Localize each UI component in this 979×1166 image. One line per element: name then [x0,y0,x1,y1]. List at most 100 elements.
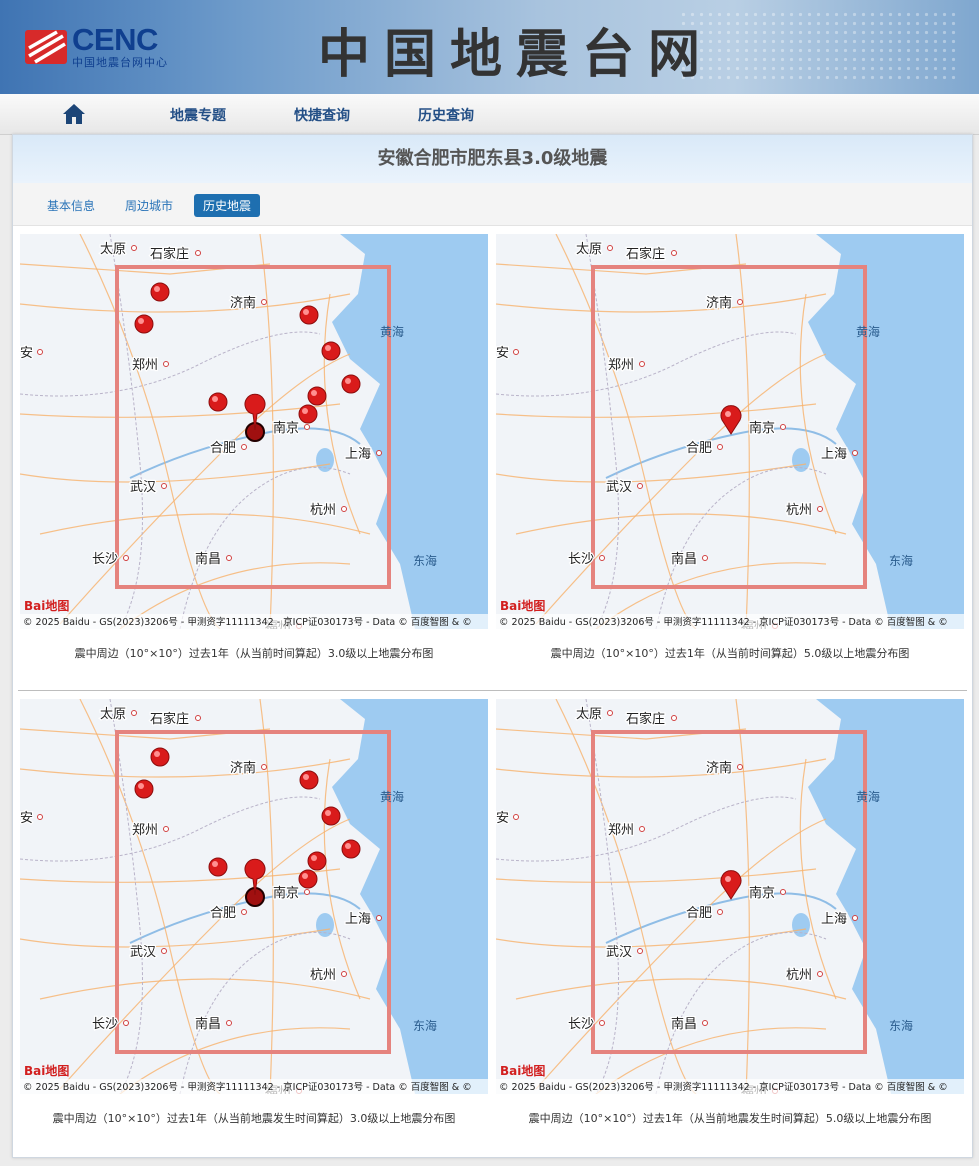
city-label: 长沙 [568,1017,594,1032]
city-label: 南京 [273,420,299,436]
earthquake-marker[interactable] [299,770,319,790]
baidu-logo-icon[interactable]: Bai地图 [24,598,69,613]
city-label: 太原 [576,707,602,722]
content-panel: 安徽合肥市肥东县3.0级地震 基本信息 周边城市 历史地震 太原 石家庄 济南 郑州南… [12,134,973,1158]
city-dot [226,555,232,561]
city-dot [817,971,823,977]
city-dot [226,1020,232,1026]
map-cell: 太原石家庄济南郑州南京合肥上海武汉杭州长沙南昌福州安黄海东海Bai地图© 202… [20,699,488,1149]
city-dot [241,444,247,450]
logo-subtitle: 中国地震台网中心 [72,56,168,69]
city-label: 上海 [345,447,371,462]
city-label: 合肥 [210,906,236,921]
city-label: 郑州 [132,358,158,373]
city-dot [737,764,743,770]
city-dot [513,349,519,355]
map-svg: 太原石家庄济南郑州南京合肥上海武汉杭州长沙南昌福州安黄海东海Bai地图© 202… [496,234,964,629]
sea-label: 黄海 [380,324,404,339]
city-label: 长沙 [92,552,118,567]
city-label: 太原 [100,242,126,257]
city-label: 上海 [821,447,847,462]
map-copyright: © 2025 Baidu - GS(2023)3206号 - 甲测资字11111… [499,616,948,628]
city-dot [717,444,723,450]
city-dot [131,245,137,251]
site-header: CENC 中国地震台网中心 中国地震台网 [0,0,979,94]
city-dot [376,450,382,456]
city-dot [304,424,310,430]
page-title: 安徽合肥市肥东县3.0级地震 [13,135,972,183]
city-label: 合肥 [686,441,712,456]
city-label: 杭州 [786,968,812,983]
city-label: 长沙 [568,552,594,567]
baidu-logo-icon[interactable]: Bai地图 [500,598,545,613]
earthquake-marker[interactable] [208,392,228,412]
earthquake-marker[interactable] [321,806,341,826]
map-svg: 太原石家庄济南郑州南京合肥上海武汉杭州长沙南昌福州安黄海东海Bai地图© 202… [496,699,964,1094]
city-dot [607,245,613,251]
earthquake-marker[interactable] [298,869,318,889]
earthquake-marker[interactable] [341,374,361,394]
tab-nearby-cities[interactable]: 周边城市 [116,194,182,217]
earthquake-marker[interactable] [150,282,170,302]
tab-basic-info[interactable]: 基本信息 [38,194,104,217]
city-dot [637,948,643,954]
earthquake-marker[interactable] [299,305,319,325]
map-canvas[interactable]: 太原石家庄济南郑州南京合肥上海武汉杭州长沙南昌福州安黄海东海Bai地图© 202… [20,699,488,1094]
map-copyright: © 2025 Baidu - GS(2023)3206号 - 甲测资字11111… [23,616,472,628]
map-canvas[interactable]: 太原石家庄济南郑州南京合肥上海武汉杭州长沙南昌福州安黄海东海Bai地图© 202… [20,234,488,629]
city-dot [702,1020,708,1026]
earthquake-marker[interactable] [298,404,318,424]
city-dot [513,814,519,820]
city-label: 武汉 [606,945,632,960]
city-label: 上海 [345,912,371,927]
city-dot [195,250,201,256]
map-canvas[interactable]: 太原石家庄济南郑州南京合肥上海武汉杭州长沙南昌福州安黄海东海Bai地图© 202… [496,234,964,629]
city-dot [195,715,201,721]
earthquake-marker[interactable] [307,386,327,406]
city-label: 上海 [821,912,847,927]
logo-text[interactable]: CENC [72,22,158,58]
city-dot [607,710,613,716]
baidu-logo-icon[interactable]: Bai地图 [500,1063,545,1078]
city-dot [637,483,643,489]
city-label: 济南 [230,760,256,776]
city-dot [599,1020,605,1026]
city-dot [123,555,129,561]
city-label: 武汉 [606,480,632,495]
earthquake-marker[interactable] [321,341,341,361]
city-dot [261,299,267,305]
city-dot [671,250,677,256]
sea-label: 黄海 [380,789,404,804]
map-canvas[interactable]: 太原石家庄济南郑州南京合肥上海武汉杭州长沙南昌福州安黄海东海Bai地图© 202… [496,699,964,1094]
city-label: 石家庄 [150,711,189,727]
nav-item-history-query[interactable]: 历史查询 [418,105,474,125]
map-cell: 太原石家庄济南郑州南京合肥上海武汉杭州长沙南昌福州安黄海东海Bai地图© 202… [20,234,488,684]
map-cell: 太原石家庄济南郑州南京合肥上海武汉杭州长沙南昌福州安黄海东海Bai地图© 202… [496,699,964,1149]
map-svg: 太原石家庄济南郑州南京合肥上海武汉杭州长沙南昌福州安黄海东海Bai地图© 202… [20,699,488,1094]
city-label: 安 [20,811,33,826]
city-dot [304,889,310,895]
sea-label: 东海 [413,1018,437,1033]
map-cell: 太原石家庄济南郑州南京合肥上海武汉杭州长沙南昌福州安黄海东海Bai地图© 202… [496,234,964,684]
earthquake-marker[interactable] [208,857,228,877]
earthquake-marker[interactable] [134,779,154,799]
nav-item-quick-query[interactable]: 快捷查询 [294,105,350,125]
sea-label: 东海 [889,1018,913,1033]
city-dot [639,361,645,367]
nav-item-earthquake-topics[interactable]: 地震专题 [170,105,226,125]
earthquake-marker[interactable] [341,839,361,859]
map-caption: 震中周边（10°×10°）过去1年（从当前地震发生时间算起）5.0级以上地震分布… [528,1112,932,1125]
baidu-logo-icon[interactable]: Bai地图 [24,1063,69,1078]
city-dot [341,971,347,977]
city-label: 合肥 [210,441,236,456]
city-label: 太原 [576,242,602,257]
earthquake-marker[interactable] [150,747,170,767]
tab-history-quakes[interactable]: 历史地震 [194,194,261,217]
home-icon[interactable] [62,102,86,126]
city-dot [376,915,382,921]
earthquake-marker[interactable] [134,314,154,334]
city-dot [161,948,167,954]
city-label: 杭州 [310,968,336,983]
earthquake-marker[interactable] [307,851,327,871]
city-label: 济南 [706,295,732,311]
